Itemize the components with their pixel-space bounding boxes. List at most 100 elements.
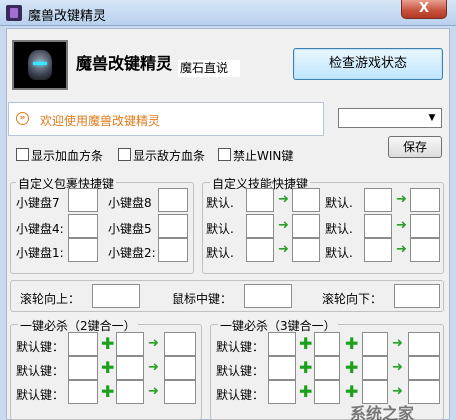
window-title: 魔兽改键精灵 [28, 9, 107, 24]
numpad2-field[interactable] [158, 238, 188, 262]
forward-icon: » [16, 112, 29, 125]
combo2-label: 默认键： [16, 340, 65, 354]
combo2-label: 默认键： [16, 388, 65, 402]
combo3-label: 默认键： [216, 340, 265, 354]
combo3-target-field[interactable] [408, 356, 440, 380]
combo2-key1-field[interactable] [68, 332, 98, 356]
wheel-up-field[interactable] [92, 284, 140, 308]
combo2-key2-field[interactable] [116, 380, 144, 404]
plus-icon: ✚ [299, 358, 313, 377]
skill-source-field[interactable] [246, 214, 274, 238]
arrow-right-icon: ➜ [278, 192, 289, 207]
combo2-label: 默认键： [16, 364, 65, 378]
skill-target-field[interactable] [292, 238, 320, 262]
numpad4-field[interactable] [68, 214, 98, 238]
combo3-key2-field[interactable] [314, 356, 340, 380]
combo3-label: 默认键： [216, 364, 265, 378]
avatar-eyes [33, 62, 47, 65]
plus-icon: ✚ [101, 334, 115, 353]
numpad5-label: 小键盘5 [108, 222, 152, 236]
plus-icon: ✚ [345, 334, 359, 353]
skills-group [202, 182, 444, 274]
arrow-right-icon: ➜ [392, 336, 403, 351]
show-enemy-hp-checkbox[interactable] [118, 148, 131, 161]
skill-source-field[interactable] [364, 214, 392, 238]
plus-icon: ✚ [345, 358, 359, 377]
wheel-down-field[interactable] [394, 284, 440, 308]
arrow-right-icon: ➜ [396, 218, 407, 233]
combo3-key1-field[interactable] [268, 332, 296, 356]
welcome-text: 欢迎使用魔兽改键精灵 [40, 114, 161, 128]
skill-label: 默认. [325, 246, 353, 260]
plus-icon: ✚ [101, 358, 115, 377]
numpad2-label: 小键盘2: [108, 246, 156, 260]
numpad1-label: 小键盘1: [16, 246, 64, 260]
show-enemy-hp-label: 显示敌方血条 [133, 149, 206, 163]
numpad8-label: 小键盘8 [108, 196, 152, 210]
watermark-logo: 系统之家 [350, 404, 415, 420]
middle-click-label: 鼠标中键： [172, 292, 233, 306]
arrow-right-icon: ➜ [396, 242, 407, 257]
inventory-group-title: 自定义包裹快捷键 [16, 175, 117, 192]
skill-target-field[interactable] [410, 214, 440, 238]
sub-name: 魔石直说 [178, 60, 241, 77]
show-ally-hp-checkbox[interactable] [16, 148, 29, 161]
wheel-down-label: 滚轮向下： [322, 292, 383, 306]
show-ally-hp-label: 显示加血方条 [31, 149, 104, 163]
combo2-key2-field[interactable] [116, 356, 144, 380]
save-button[interactable]: 保存 [388, 136, 442, 158]
combo3-key1-field[interactable] [268, 380, 296, 404]
close-button[interactable]: X [401, 0, 447, 19]
combo2-target-field[interactable] [164, 356, 196, 380]
arrow-right-icon: ➜ [278, 218, 289, 233]
app-name: 魔兽改键精灵 [76, 54, 173, 73]
skill-source-field[interactable] [364, 238, 392, 262]
numpad7-field[interactable] [68, 188, 98, 212]
skill-label: 默认. [206, 196, 234, 210]
disable-win-checkbox[interactable] [218, 148, 231, 161]
skill-label: 默认. [325, 196, 353, 210]
numpad5-field[interactable] [158, 214, 188, 238]
numpad1-field[interactable] [68, 238, 98, 262]
arrow-right-icon: ➜ [392, 360, 403, 375]
middle-click-field[interactable] [244, 284, 292, 308]
skill-target-field[interactable] [292, 188, 320, 212]
plus-icon: ✚ [101, 382, 115, 401]
avatar [12, 40, 68, 90]
skill-target-field[interactable] [410, 238, 440, 262]
combo2-key2-field[interactable] [116, 332, 144, 356]
skill-label: 默认. [206, 246, 234, 260]
disable-win-label: 禁止WIN键 [233, 149, 294, 163]
numpad8-field[interactable] [158, 188, 188, 212]
combo2-target-field[interactable] [164, 380, 196, 404]
numpad7-label: 小键盘7 [16, 196, 60, 210]
arrow-right-icon: ➜ [278, 242, 289, 257]
chevron-down-icon[interactable]: ▼ [424, 110, 440, 126]
skill-target-field[interactable] [292, 214, 320, 238]
arrow-right-icon: ➜ [392, 384, 403, 399]
skill-source-field[interactable] [364, 188, 392, 212]
combo3-target-field[interactable] [408, 332, 440, 356]
combo3-key1-field[interactable] [268, 356, 296, 380]
plus-icon: ✚ [345, 382, 359, 401]
combo2-key1-field[interactable] [68, 356, 98, 380]
combo2-key1-field[interactable] [68, 380, 98, 404]
arrow-right-icon: ➜ [148, 384, 159, 399]
combo3-label: 默认键： [216, 388, 265, 402]
plus-icon: ✚ [299, 334, 313, 353]
combo3-key3-field[interactable] [362, 356, 388, 380]
skill-label: 默认. [206, 222, 234, 236]
wheel-up-label: 滚轮向上： [20, 292, 81, 306]
combo3-key3-field[interactable] [362, 332, 388, 356]
combo3-key2-field[interactable] [314, 332, 340, 356]
avatar-face [28, 50, 52, 80]
skill-source-field[interactable] [246, 188, 274, 212]
app-icon [6, 5, 22, 21]
plus-icon: ✚ [299, 382, 313, 401]
arrow-right-icon: ➜ [148, 336, 159, 351]
skill-target-field[interactable] [410, 188, 440, 212]
skill-source-field[interactable] [246, 238, 274, 262]
combo3-key2-field[interactable] [314, 380, 340, 404]
combo2-target-field[interactable] [164, 332, 196, 356]
check-game-status-button[interactable]: 检查游戏状态 [293, 48, 443, 80]
